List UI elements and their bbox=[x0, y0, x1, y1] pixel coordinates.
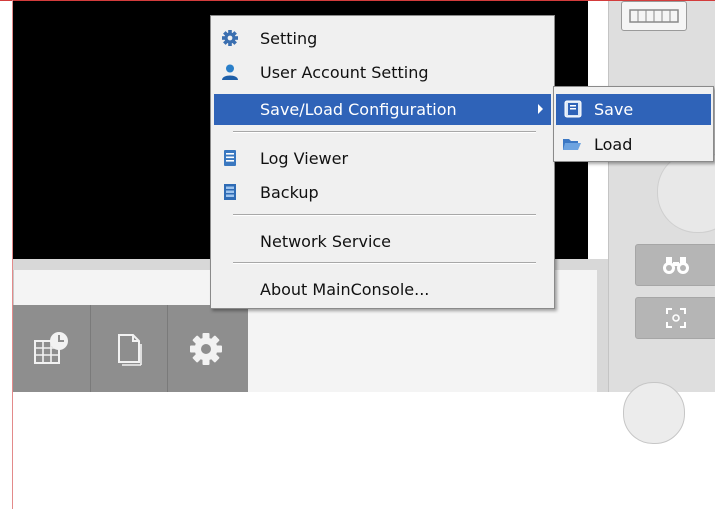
folder-open-icon bbox=[563, 139, 581, 150]
save-load-submenu: Save Load bbox=[553, 86, 714, 162]
menu-item-about-mainconsole[interactable]: About MainConsole... bbox=[211, 274, 554, 305]
submenu-item-label: Load bbox=[594, 135, 633, 154]
gear-icon bbox=[190, 332, 222, 365]
schedule-grid-icon bbox=[34, 331, 68, 364]
submenu-item-load[interactable]: Load bbox=[554, 129, 713, 160]
submenu-item-save[interactable]: Save bbox=[556, 94, 711, 125]
focus-button[interactable] bbox=[635, 297, 715, 339]
schedule-button[interactable] bbox=[13, 305, 89, 392]
menu-item-label: About MainConsole... bbox=[260, 280, 430, 299]
submenu-arrow-icon bbox=[538, 104, 543, 114]
layout-grid-icon bbox=[629, 9, 679, 23]
menu-item-network-service[interactable]: Network Service bbox=[211, 226, 554, 257]
gear-icon bbox=[222, 30, 238, 46]
right-side-panel bbox=[608, 1, 715, 444]
settings-button[interactable] bbox=[167, 305, 244, 392]
layout-button[interactable] bbox=[621, 1, 687, 31]
ptz-control-ring[interactable] bbox=[657, 151, 715, 233]
jog-dial[interactable] bbox=[623, 382, 685, 444]
menu-separator bbox=[233, 262, 536, 264]
focus-icon bbox=[666, 308, 686, 328]
menu-item-save-load-configuration[interactable]: Save/Load Configuration bbox=[214, 94, 551, 125]
bottom-toolbar bbox=[13, 305, 248, 392]
menu-item-label: Save/Load Configuration bbox=[260, 100, 457, 119]
backup-icon bbox=[224, 184, 236, 200]
user-icon bbox=[222, 64, 238, 80]
menu-item-label: Setting bbox=[260, 29, 318, 48]
menu-separator bbox=[233, 214, 536, 216]
menu-item-label: User Account Setting bbox=[260, 63, 429, 82]
menu-item-setting[interactable]: Setting bbox=[211, 23, 554, 54]
log-icon bbox=[224, 150, 236, 166]
page-icon bbox=[118, 333, 142, 366]
menu-item-label: Network Service bbox=[260, 232, 392, 251]
menu-item-backup[interactable]: Backup bbox=[211, 177, 554, 208]
save-icon bbox=[564, 100, 582, 118]
search-button[interactable] bbox=[635, 244, 715, 286]
menu-separator bbox=[233, 131, 536, 133]
menu-item-user-account-setting[interactable]: User Account Setting bbox=[211, 57, 554, 88]
context-menu: Setting User Account Setting Save/Load C… bbox=[210, 15, 555, 309]
menu-item-log-viewer[interactable]: Log Viewer bbox=[211, 143, 554, 174]
submenu-item-label: Save bbox=[594, 100, 634, 119]
menu-item-label: Backup bbox=[260, 183, 319, 202]
binoculars-icon bbox=[663, 257, 689, 274]
menu-item-label: Log Viewer bbox=[260, 149, 349, 168]
page-button[interactable] bbox=[90, 305, 167, 392]
